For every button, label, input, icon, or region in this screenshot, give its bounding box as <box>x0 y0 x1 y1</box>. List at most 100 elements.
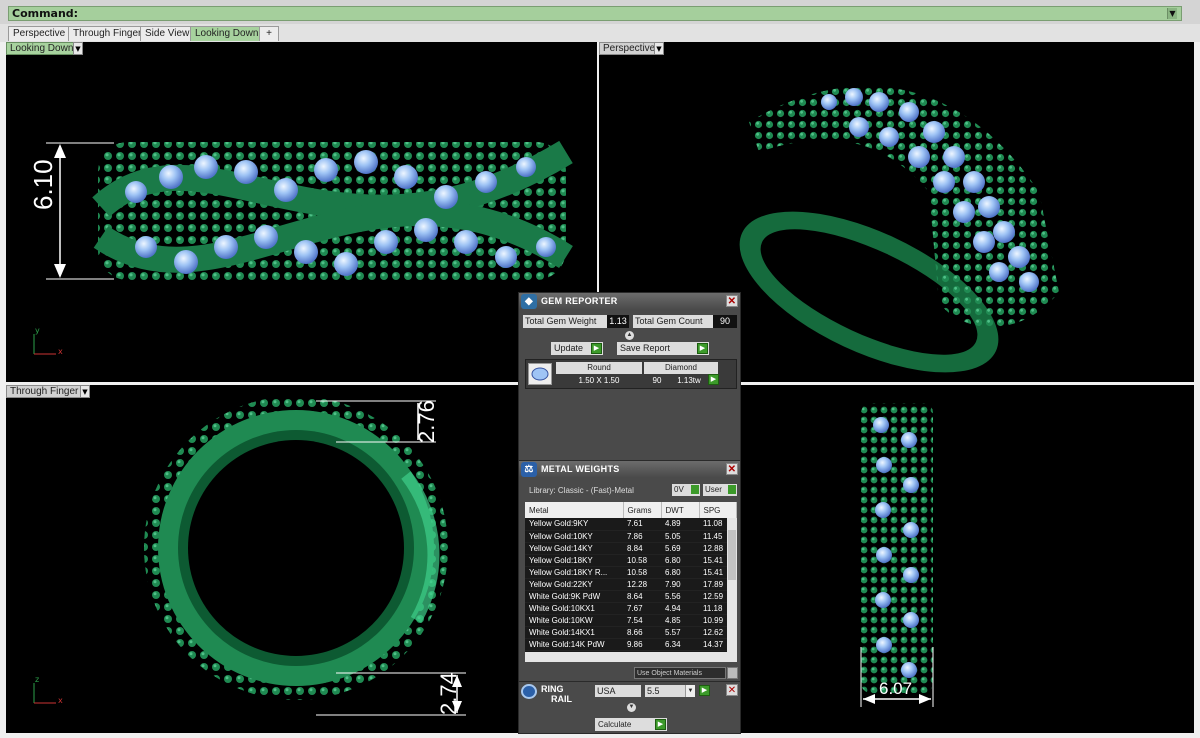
tab-through-finger[interactable]: Through Finger <box>68 26 147 41</box>
close-icon[interactable]: ✕ <box>726 684 738 696</box>
gem-reporter-title: ◆ GEM REPORTER ✕ <box>519 293 740 310</box>
metal-name-cell: White Gold:10KW <box>525 614 623 627</box>
dwt-cell: 6.34 <box>661 638 699 651</box>
metal-name-cell: Yellow Gold:22KY <box>525 578 623 591</box>
grams-cell: 12.28 <box>623 578 661 591</box>
viewport-label-through-finger[interactable]: Through Finger <box>6 385 83 398</box>
table-row[interactable]: Yellow Gold:10KY 7.86 5.05 11.45 <box>525 530 737 543</box>
column-header-dwt[interactable]: DWT <box>661 502 700 518</box>
tab-perspective[interactable]: Perspective <box>8 26 71 41</box>
metal-weights-title-text: METAL WEIGHTS <box>541 464 620 474</box>
ring-top-view <box>33 140 573 355</box>
close-icon[interactable]: ✕ <box>726 463 738 475</box>
viewport-looking-down[interactable]: 6.10 y x Looking Down ▼ <box>6 42 597 382</box>
axis-y-label: y <box>35 326 40 335</box>
gem-size: 1.50 X 1.50 <box>578 376 620 385</box>
save-report-label: Save Report <box>620 343 671 353</box>
gem-reporter-title-text: GEM REPORTER <box>541 296 618 306</box>
metal-weights-panel: ⚖ METAL WEIGHTS ✕ Library: Classic - (Fa… <box>518 460 741 682</box>
total-gem-count-value: 90 <box>713 315 737 328</box>
metal-name-cell: White Gold:14KX1 <box>525 626 623 639</box>
column-header-metal[interactable]: Metal <box>525 502 624 518</box>
gem-list-item[interactable]: Round Diamond 1.50 X 1.50 90 1.13tw ▶ <box>525 359 737 389</box>
dwt-cell: 5.69 <box>661 542 699 555</box>
scale-icon: ⚖ <box>521 462 537 477</box>
viewport-menu-icon[interactable]: ▼ <box>80 385 90 398</box>
metal-name-cell: Yellow Gold:10KY <box>525 530 623 543</box>
dwt-cell: 7.90 <box>661 578 699 591</box>
close-icon[interactable]: ✕ <box>726 295 738 307</box>
info-icon <box>691 485 699 494</box>
volume-select[interactable]: 0V <box>672 484 700 496</box>
column-header-spg[interactable]: SPG <box>699 502 737 518</box>
metal-name-cell: Yellow Gold:9KY <box>525 518 623 531</box>
table-row[interactable]: Yellow Gold:18KY 10.58 6.80 15.41 <box>525 554 737 567</box>
dwt-cell: 6.80 <box>661 554 699 567</box>
table-row[interactable]: White Gold:10KX1 7.67 4.94 11.18 <box>525 602 737 615</box>
total-gem-weight-value: 1.13 <box>607 315 629 328</box>
collapse-icon[interactable]: ▲ <box>625 331 634 340</box>
total-gem-weight-label: Total Gem Weight <box>523 315 607 328</box>
table-row[interactable]: White Gold:14K PdW 9.86 6.34 14.37 <box>525 638 737 651</box>
dwt-cell: 6.80 <box>661 566 699 579</box>
viewport-label-looking-down[interactable]: Looking Down <box>6 42 78 55</box>
play-icon: ▶ <box>697 343 708 354</box>
collapse-icon[interactable]: ▼ <box>627 703 636 712</box>
ring-rail-panel: RING RAIL USA 5.5 ▼ ▶ ✕ ▼ Calculate ▶ <box>518 681 741 734</box>
table-row[interactable]: White Gold:10KW 7.54 4.85 10.99 <box>525 614 737 627</box>
table-row[interactable]: Yellow Gold:18KY R... 10.58 6.80 15.41 <box>525 566 737 579</box>
metal-table[interactable]: Metal Grams DWT SPG Yellow Gold:9KY 7.61 4… <box>525 502 737 662</box>
column-header-grams[interactable]: Grams <box>623 502 662 518</box>
apply-size-icon[interactable]: ▶ <box>699 685 710 696</box>
dwt-cell: 4.89 <box>661 518 699 531</box>
grams-cell: 8.64 <box>623 590 661 603</box>
gem-select-icon[interactable]: ▶ <box>708 374 719 385</box>
gem-reporter-panel: ◆ GEM REPORTER ✕ Total Gem Weight 1.13 T… <box>518 292 741 462</box>
command-label: Command: <box>12 7 79 20</box>
user-select[interactable]: User <box>703 484 737 496</box>
use-object-materials-button[interactable]: Use Object Materials <box>634 667 726 679</box>
axis-z-label: z <box>35 675 40 684</box>
table-row[interactable]: Yellow Gold:9KY 7.61 4.89 11.08 <box>525 518 737 531</box>
grams-cell: 7.86 <box>623 530 661 543</box>
library-label: Library: Classic - (Fast)-Metal <box>529 486 634 495</box>
scrollbar-thumb[interactable] <box>728 530 736 580</box>
viewport-through-finger[interactable]: 2.76 2.74 z x Through Finger ▼ <box>6 385 597 733</box>
tab-side-view[interactable]: Side View <box>140 26 195 41</box>
command-input[interactable]: Command: ▼ <box>8 6 1182 21</box>
table-row[interactable]: White Gold:14KX1 8.66 5.57 12.62 <box>525 626 737 639</box>
horizontal-scrollbar[interactable] <box>525 652 737 662</box>
metal-name-cell: Yellow Gold:18KY <box>525 554 623 567</box>
grams-cell: 9.86 <box>623 638 661 651</box>
viewport-tabbar: Perspective Through Finger Side View Loo… <box>0 24 1200 42</box>
viewport-label-perspective[interactable]: Perspective <box>599 42 660 55</box>
viewport-menu-icon[interactable]: ▼ <box>654 42 664 55</box>
diamond-icon <box>528 363 552 385</box>
ring-rail-title-1: RING <box>541 684 564 694</box>
user-label: User <box>705 485 722 494</box>
table-row[interactable]: Yellow Gold:22KY 12.28 7.90 17.89 <box>525 578 737 591</box>
save-report-button[interactable]: Save Report ▶ <box>617 342 709 355</box>
vertical-scrollbar[interactable] <box>727 518 737 656</box>
total-gem-count-label: Total Gem Count <box>633 315 713 328</box>
viewport-menu-icon[interactable]: ▼ <box>73 42 83 55</box>
command-bar: Command: ▼ <box>0 0 1200 24</box>
command-dropdown-icon[interactable]: ▼ <box>1167 8 1177 19</box>
gem-weight: 1.13tw <box>677 376 701 385</box>
calculate-button[interactable]: Calculate ▶ <box>595 718 667 731</box>
region-select[interactable]: USA <box>595 685 641 697</box>
dimension-bottom-label: 2.74 <box>436 672 461 715</box>
ring-size-select[interactable]: 5.5 ▼ <box>645 685 695 697</box>
ring-rail-title-2: RAIL <box>551 694 572 704</box>
gem-reporter-icon: ◆ <box>521 294 537 309</box>
add-tab-button[interactable]: + <box>259 26 279 41</box>
update-button[interactable]: Update ▶ <box>551 342 603 355</box>
tab-looking-down[interactable]: Looking Down <box>190 26 264 41</box>
table-row[interactable]: Yellow Gold:14KY 8.84 5.69 12.88 <box>525 542 737 555</box>
metal-table-grid: Metal Grams DWT SPG Yellow Gold:9KY 7.61 4… <box>525 502 737 651</box>
dimension-top-label: 2.76 <box>414 400 439 443</box>
refresh-icon[interactable] <box>727 667 738 679</box>
grams-cell: 10.58 <box>623 566 661 579</box>
table-header-row: Metal Grams DWT SPG <box>525 502 737 518</box>
table-row[interactable]: White Gold:9K PdW 8.64 5.56 12.59 <box>525 590 737 603</box>
